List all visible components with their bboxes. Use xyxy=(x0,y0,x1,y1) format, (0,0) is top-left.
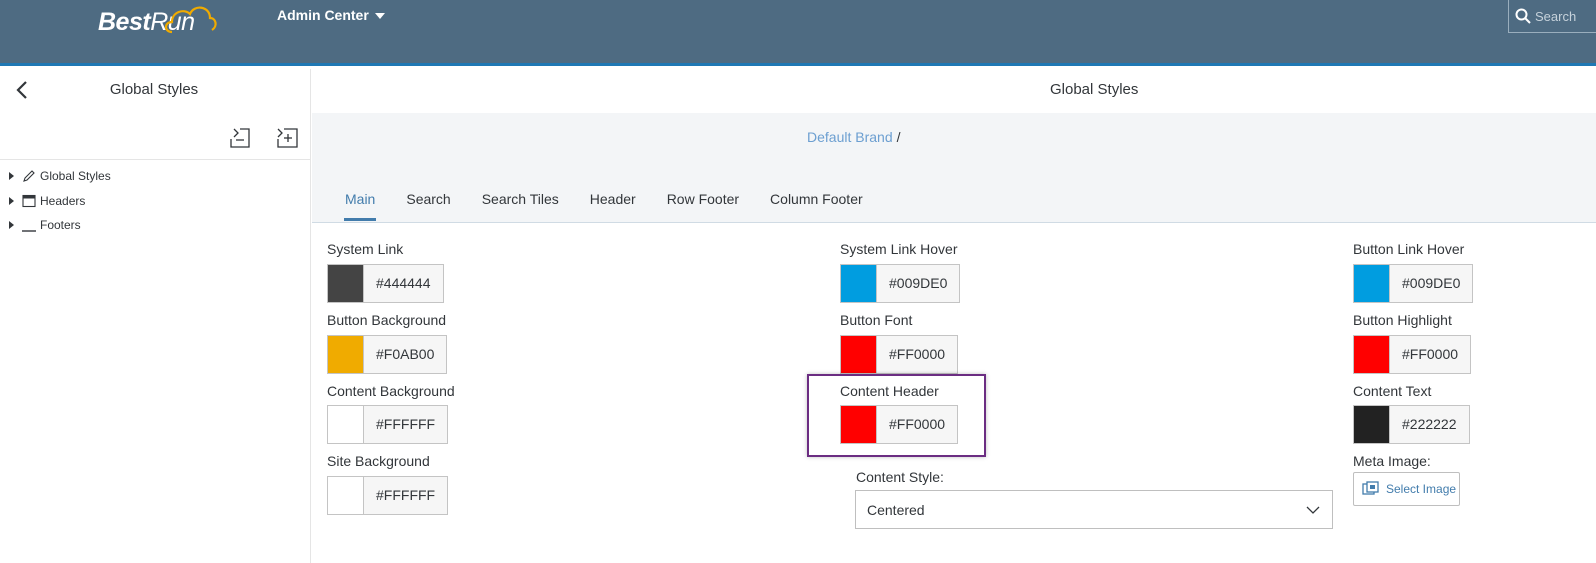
color-swatch[interactable] xyxy=(841,406,877,443)
color-hex-value: #F0AB00 xyxy=(376,346,435,362)
tree-item-global-styles[interactable]: Global Styles xyxy=(0,164,310,189)
content-header-label: Content Header xyxy=(840,383,939,399)
system-link-color-picker[interactable]: #444444 xyxy=(327,264,444,303)
button-link-hover-color-picker[interactable]: #009DE0 xyxy=(1353,264,1474,303)
content-background-label: Content Background xyxy=(327,383,455,399)
search-icon xyxy=(1515,8,1531,24)
color-swatch[interactable] xyxy=(1354,406,1390,443)
button-link-hover-label: Button Link Hover xyxy=(1353,241,1465,257)
color-swatch[interactable] xyxy=(328,477,364,514)
color-hex-value: #222222 xyxy=(1402,416,1457,432)
collapse-all-icon xyxy=(230,128,250,148)
content-style-label: Content Style: xyxy=(856,469,944,485)
app-title: Admin Center xyxy=(277,7,369,23)
button-background-color-picker[interactable]: #F0AB00 xyxy=(327,335,448,374)
select-image-button[interactable]: Select Image xyxy=(1353,472,1460,506)
content-style-select[interactable]: Centered xyxy=(855,490,1333,529)
site-background-label: Site Background xyxy=(327,453,430,469)
expand-all-icon xyxy=(277,128,298,148)
system-link-hover-label: System Link Hover xyxy=(840,241,958,257)
left-panel: Global Styles Global Styles Headers Foot… xyxy=(0,69,311,563)
color-hex-value: #009DE0 xyxy=(1402,275,1461,291)
content-header-color-picker[interactable]: #FF0000 xyxy=(840,405,959,444)
cloud-icon xyxy=(164,6,217,34)
content-background-color-picker[interactable]: #FFFFFF xyxy=(327,405,449,444)
content-text-color-picker[interactable]: #222222 xyxy=(1353,405,1470,444)
button-font-label: Button Font xyxy=(840,312,913,328)
tree-item-footers[interactable]: Footers xyxy=(0,213,310,238)
chevron-down-icon xyxy=(374,13,385,19)
expand-arrow-icon[interactable] xyxy=(9,172,14,181)
tree-item-headers[interactable]: Headers xyxy=(0,189,310,214)
button-background-label: Button Background xyxy=(327,312,447,328)
collapse-all-button[interactable] xyxy=(228,125,252,149)
breadcrumb-bar: Default Brand / xyxy=(312,113,1596,161)
select-image-label: Select Image xyxy=(1386,482,1457,496)
meta-image-label: Meta Image: xyxy=(1353,453,1431,469)
system-link-label: System Link xyxy=(327,241,404,257)
site-background-color-picker[interactable]: #FFFFFF xyxy=(327,476,449,515)
color-hex-value: #FFFFFF xyxy=(376,416,436,432)
button-font-color-picker[interactable]: #FF0000 xyxy=(840,335,959,374)
content-text-label: Content Text xyxy=(1353,383,1432,399)
shell-bar: BestRun Admin Center Search xyxy=(0,0,1596,66)
color-swatch[interactable] xyxy=(1354,265,1390,302)
breadcrumb-separator: / xyxy=(896,129,901,145)
tree-item-label: Global Styles xyxy=(40,169,111,184)
tab-column-footer[interactable]: Column Footer xyxy=(770,191,863,219)
tab-main[interactable]: Main xyxy=(343,191,377,221)
search-placeholder: Search xyxy=(1535,8,1577,24)
chevron-down-icon xyxy=(1306,506,1320,514)
bestrun-logo[interactable]: BestRun xyxy=(98,4,228,38)
color-swatch[interactable] xyxy=(1354,336,1390,373)
tab-search[interactable]: Search xyxy=(406,191,450,219)
tree-item-label: Headers xyxy=(40,193,86,208)
system-link-hover-color-picker[interactable]: #009DE0 xyxy=(840,264,961,303)
pencil-icon xyxy=(21,169,36,184)
color-hex-value: #FF0000 xyxy=(889,346,946,362)
tab-header[interactable]: Header xyxy=(590,191,636,219)
expand-arrow-icon[interactable] xyxy=(9,221,14,230)
left-panel-title: Global Styles xyxy=(109,81,199,98)
color-swatch[interactable] xyxy=(328,336,364,373)
tab-bar: Main Search Search Tiles Header Row Foot… xyxy=(312,161,1596,223)
color-swatch[interactable] xyxy=(841,265,877,302)
tab-row-footer[interactable]: Row Footer xyxy=(667,191,739,219)
color-hex-value: #009DE0 xyxy=(889,275,948,291)
color-hex-value: #FFFFFF xyxy=(376,487,436,503)
expand-arrow-icon[interactable] xyxy=(9,196,14,205)
button-highlight-color-picker[interactable]: #FF0000 xyxy=(1353,335,1472,374)
breadcrumb-link-default-brand[interactable]: Default Brand xyxy=(807,129,893,145)
breadcrumb: Default Brand / xyxy=(807,129,901,145)
app-title-menu[interactable]: Admin Center xyxy=(277,7,385,23)
header-window-icon xyxy=(21,193,36,208)
color-swatch[interactable] xyxy=(328,265,364,302)
color-hex-value: #FF0000 xyxy=(889,416,946,432)
search-input[interactable]: Search xyxy=(1508,0,1596,33)
color-hex-value: #FF0000 xyxy=(1402,346,1459,362)
color-swatch[interactable] xyxy=(328,406,364,443)
content-style-value: Centered xyxy=(867,501,925,518)
tree-item-label: Footers xyxy=(40,218,81,233)
footer-line-icon xyxy=(21,218,36,233)
color-swatch[interactable] xyxy=(841,336,877,373)
style-tree: Global Styles Headers Footers xyxy=(0,159,310,238)
image-select-icon xyxy=(1362,481,1379,495)
tab-search-tiles[interactable]: Search Tiles xyxy=(482,191,559,219)
button-highlight-label: Button Highlight xyxy=(1353,312,1452,328)
color-hex-value: #444444 xyxy=(376,275,431,291)
expand-all-button[interactable] xyxy=(275,125,299,149)
